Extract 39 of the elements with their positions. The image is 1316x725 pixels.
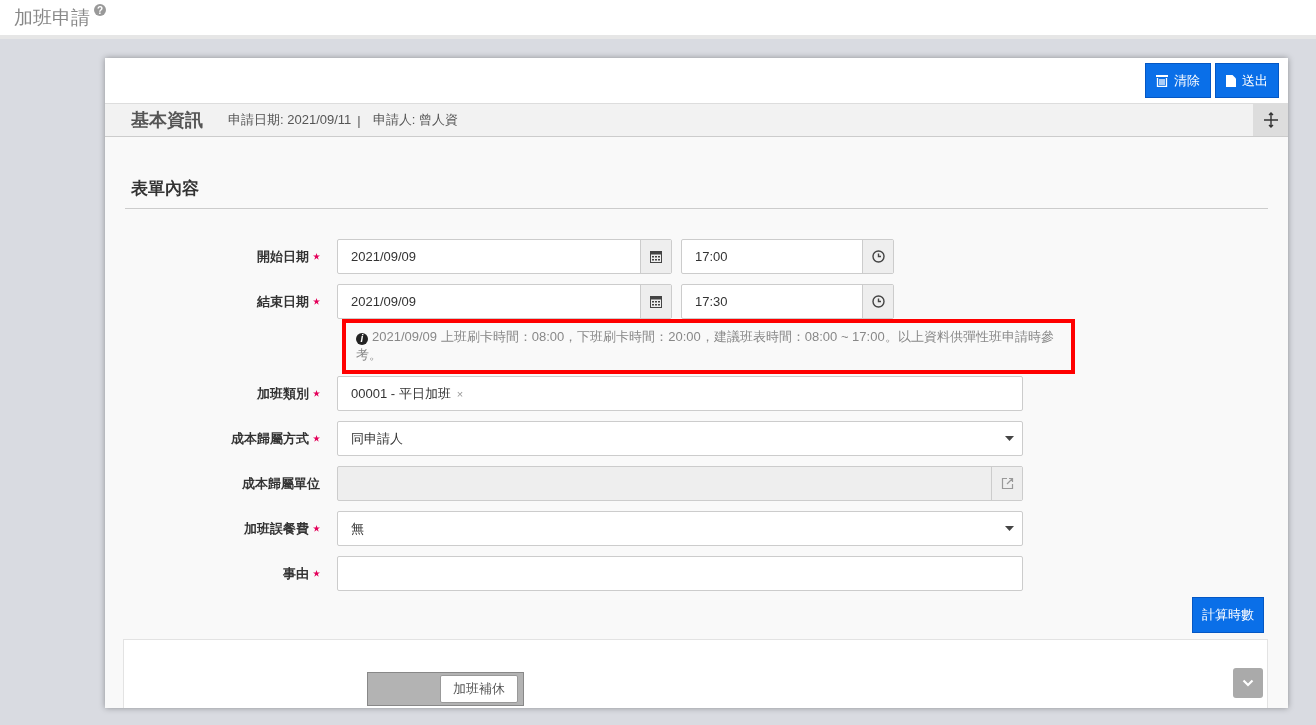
separator-text: | xyxy=(357,112,361,128)
form-title: 表單內容 xyxy=(125,177,1268,209)
applicant: 申請人: 曾人資 xyxy=(372,111,458,129)
field-label: 事由 xyxy=(283,564,309,583)
date-field[interactable]: 2021/09/09 xyxy=(337,284,672,319)
caret-icon xyxy=(1005,436,1014,441)
field-label: 開始日期 xyxy=(257,247,309,266)
page-title: 加班申請 xyxy=(14,5,90,30)
submit-button[interactable]: 送出 xyxy=(1215,63,1279,98)
field-label: 加班誤餐費 xyxy=(244,519,309,538)
date-field[interactable]: 2021/09/09 xyxy=(337,239,672,274)
caret-icon xyxy=(1005,526,1014,531)
trash-icon xyxy=(1156,74,1168,87)
clear-button[interactable]: 清除 xyxy=(1145,63,1211,98)
calendar-icon xyxy=(650,250,662,263)
select-field[interactable]: 同申請人 xyxy=(337,421,1023,456)
input-field[interactable] xyxy=(337,556,1023,591)
field-label: 成本歸屬單位 xyxy=(242,474,320,493)
field-label: 成本歸屬方式 xyxy=(231,429,309,448)
toggle-switch[interactable]: 加班補休 xyxy=(367,672,524,706)
external-link-icon xyxy=(1000,477,1014,490)
section-title: 基本資訊 xyxy=(131,109,203,132)
info-note: i 2021/09/09 上班刷卡時間：08:00，下班刷卡時間：20:00，建議班表時間：08:00 ~ 17:00。以上資料供彈性班申請時參考。 xyxy=(342,319,1075,374)
resize-button[interactable] xyxy=(1253,104,1288,136)
resize-icon xyxy=(1263,112,1278,128)
calendar-icon xyxy=(650,295,662,308)
apply-date: 申請日期: 2021/09/11 xyxy=(228,111,352,129)
clock-icon xyxy=(871,295,885,308)
tag-select-field[interactable]: 00001 - 平日加班 × xyxy=(337,376,1023,411)
field-label: 結束日期 xyxy=(257,292,309,311)
collapse-button[interactable] xyxy=(1233,668,1263,698)
field-label: 加班類別 xyxy=(257,384,309,403)
time-field[interactable]: 17:30 xyxy=(681,284,894,319)
clock-icon xyxy=(871,250,885,263)
chevron-down-icon xyxy=(1242,679,1254,687)
calculate-hours-button[interactable]: 計算時數 xyxy=(1192,597,1264,633)
select-field[interactable]: 無 xyxy=(337,511,1023,546)
time-field[interactable]: 17:00 xyxy=(681,239,894,274)
document-icon xyxy=(1226,74,1236,87)
